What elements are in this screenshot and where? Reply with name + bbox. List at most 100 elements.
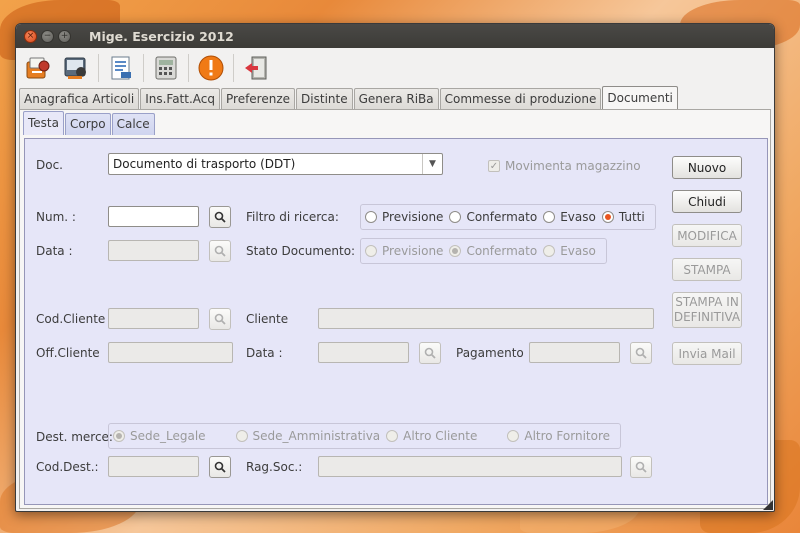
document-button[interactable]	[105, 52, 137, 84]
stato-confermato-radio[interactable]: Confermato	[449, 244, 537, 258]
dest-sede-legale-label: Sede_Legale	[130, 429, 206, 443]
warning-button[interactable]	[195, 52, 227, 84]
dest-merce-radio-group: Sede_Legale Sede_Amministrativa Altro Cl…	[108, 423, 621, 449]
document-edit-icon	[111, 56, 131, 80]
stato-previsione-radio[interactable]: Previsione	[365, 244, 443, 258]
clients-icon	[26, 57, 50, 79]
cod-dest-search-button[interactable]	[209, 456, 231, 478]
tab-anagrafica-articoli[interactable]: Anagrafica Articoli	[19, 88, 140, 110]
tab-testa[interactable]: Testa	[23, 111, 64, 135]
stato-radio-group: Previsione Confermato Evaso	[360, 238, 607, 264]
num-input[interactable]	[108, 206, 199, 227]
users-button[interactable]	[60, 52, 92, 84]
minimize-icon: −	[43, 30, 52, 41]
toolbar-separator	[98, 54, 99, 82]
movimenta-magazzino-checkbox[interactable]: ✓ Movimenta magazzino	[488, 159, 641, 173]
search-icon	[424, 347, 436, 359]
filtro-evaso-radio[interactable]: Evaso	[543, 210, 596, 224]
num-search-button[interactable]	[209, 206, 231, 228]
chevron-down-icon: ▼	[422, 154, 442, 174]
doc-type-value: Documento di trasporto (DDT)	[113, 157, 296, 171]
tab-genera-riba[interactable]: Genera RiBa	[353, 88, 439, 110]
rag-soc-input[interactable]	[318, 456, 622, 477]
doc-label: Doc.	[36, 158, 63, 172]
tab-corpo[interactable]: Corpo	[64, 113, 111, 135]
dest-sede-amministrativa-label: Sede_Amministrativa	[252, 429, 381, 443]
testa-form: Doc. Documento di trasporto (DDT) ▼ ✓ Mo…	[24, 138, 768, 505]
dest-sede-legale-radio[interactable]: Sede_Legale	[113, 429, 206, 443]
close-icon: ×	[26, 30, 35, 41]
stampa-button[interactable]: STAMPA	[672, 258, 742, 281]
tab-distinte[interactable]: Distinte	[296, 88, 353, 110]
dest-altro-cliente-radio[interactable]: Altro Cliente	[386, 429, 477, 443]
clients-button[interactable]	[22, 52, 54, 84]
filtro-previsione-radio[interactable]: Previsione	[365, 210, 443, 224]
filtro-radio-group: Previsione Confermato Evaso Tutti	[360, 204, 656, 230]
tab-preferenze[interactable]: Preferenze	[221, 88, 296, 110]
pagamento-search-button[interactable]	[630, 342, 652, 364]
filtro-previsione-label: Previsione	[382, 210, 444, 224]
doc-type-select[interactable]: Documento di trasporto (DDT) ▼	[108, 153, 443, 175]
users-icon	[64, 57, 86, 79]
close-window-button[interactable]: ×	[24, 29, 37, 43]
invia-mail-button[interactable]: Invia Mail	[672, 342, 742, 365]
off-cliente-input[interactable]	[108, 342, 233, 363]
filtro-confermato-radio[interactable]: Confermato	[449, 210, 537, 224]
tab-ins-fatt-acq[interactable]: Ins.Fatt.Acq	[140, 88, 220, 110]
minimize-window-button[interactable]: −	[41, 29, 54, 43]
cod-dest-input[interactable]	[108, 456, 199, 477]
dest-altro-fornitore-radio[interactable]: Altro Fornitore	[507, 429, 610, 443]
cliente-label: Cliente	[246, 312, 289, 326]
radio-selected-icon	[601, 211, 614, 223]
cod-dest-label: Cod.Dest.:	[36, 460, 99, 474]
dest-sede-amministrativa-radio[interactable]: Sede_Amministrativa	[235, 429, 381, 443]
stato-evaso-radio[interactable]: Evaso	[543, 244, 596, 258]
sub-tab-bar: Testa Corpo Calce	[23, 111, 156, 135]
data-input[interactable]	[108, 240, 199, 261]
radio-icon	[507, 430, 520, 442]
exit-button[interactable]	[240, 52, 272, 84]
radio-icon	[386, 430, 399, 442]
toolbar-separator	[233, 54, 234, 82]
stato-previsione-label: Previsione	[382, 244, 444, 258]
radio-icon	[543, 211, 556, 223]
nuovo-button[interactable]: Nuovo	[672, 156, 742, 179]
resize-grip-icon[interactable]	[763, 500, 773, 510]
stato-confermato-label: Confermato	[466, 244, 538, 258]
chiudi-button[interactable]: Chiudi	[672, 190, 742, 213]
filtro-label: Filtro di ricerca:	[246, 210, 339, 224]
warning-icon	[198, 55, 224, 81]
window-title: Mige. Esercizio 2012	[89, 28, 234, 44]
filtro-evaso-label: Evaso	[560, 210, 596, 224]
app-window: × − + Mige. Esercizio 2012 Anagrafica Ar…	[15, 23, 775, 512]
exit-icon	[245, 56, 267, 80]
radio-icon	[235, 430, 248, 442]
tab-documenti[interactable]: Documenti	[602, 86, 678, 110]
calculator-icon	[155, 56, 177, 80]
tab-commesse-di-produzione[interactable]: Commesse di produzione	[439, 88, 602, 110]
cliente-input[interactable]	[318, 308, 654, 329]
radio-selected-icon	[449, 245, 462, 257]
data-search-button[interactable]	[209, 240, 231, 262]
maximize-window-button[interactable]: +	[58, 29, 71, 43]
modifica-button[interactable]: MODIFICA	[672, 224, 742, 247]
radio-selected-icon	[113, 430, 125, 442]
cod-cliente-search-button[interactable]	[209, 308, 231, 330]
rag-soc-search-button[interactable]	[630, 456, 652, 478]
calculator-button[interactable]	[150, 52, 182, 84]
checkmark-icon: ✓	[488, 160, 500, 172]
radio-icon	[543, 245, 556, 257]
radio-icon	[365, 245, 377, 257]
filtro-tutti-radio[interactable]: Tutti	[601, 210, 645, 224]
data-offerta-input[interactable]	[318, 342, 409, 363]
pagamento-input[interactable]	[529, 342, 620, 363]
toolbar-separator	[188, 54, 189, 82]
search-icon	[214, 211, 226, 223]
tab-calce[interactable]: Calce	[111, 113, 155, 135]
maximize-icon: +	[60, 30, 69, 41]
data-offerta-search-button[interactable]	[419, 342, 441, 364]
stampa-definitiva-button[interactable]: STAMPA IN DEFINITIVA	[672, 292, 742, 328]
title-bar: × − + Mige. Esercizio 2012	[16, 24, 774, 48]
cod-cliente-input[interactable]	[108, 308, 199, 329]
data-label: Data :	[36, 244, 73, 258]
